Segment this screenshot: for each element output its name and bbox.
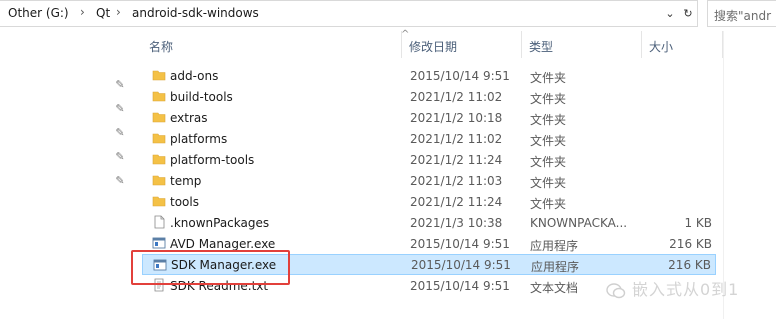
file-row[interactable]: add-ons 2015/10/14 9:51 文件夹 xyxy=(142,65,716,86)
file-type: 文件夹 xyxy=(530,197,567,211)
file-date: 2015/10/14 9:51 xyxy=(410,237,510,251)
address-bar[interactable]: Other (G:) › Qt › android-sdk-windows ⌄ … xyxy=(0,0,698,27)
file-name: AVD Manager.exe xyxy=(170,237,276,251)
file-date: 2021/1/2 11:03 xyxy=(410,174,503,188)
column-size-header[interactable]: 大小 xyxy=(649,38,673,55)
file-name: .knownPackages xyxy=(170,216,270,230)
file-date: 2021/1/2 11:02 xyxy=(410,90,503,104)
folder-icon xyxy=(152,133,166,144)
file-type: KNOWNPACKA... xyxy=(530,216,628,230)
file-row[interactable]: extras 2021/1/2 10:18 文件夹 xyxy=(142,107,716,128)
file-type: 应用程序 xyxy=(531,260,580,274)
refresh-icon[interactable]: ↻ xyxy=(680,5,696,22)
file-type: 文本文档 xyxy=(530,281,579,295)
folder-icon xyxy=(152,112,166,123)
file-size: 216 KB xyxy=(669,237,712,251)
column-header: ^ 名称 修改日期 类型 大小 xyxy=(133,29,723,58)
file-type: 应用程序 xyxy=(530,239,579,253)
file-date: 2021/1/2 10:18 xyxy=(410,111,503,125)
file-type: 文件夹 xyxy=(530,134,567,148)
file-date: 2021/1/2 11:24 xyxy=(410,153,503,167)
file-row[interactable]: tools 2021/1/2 11:24 文件夹 xyxy=(142,191,716,212)
pin-icon: ✎ xyxy=(115,126,125,139)
file-row[interactable]: platforms 2021/1/2 11:02 文件夹 xyxy=(142,128,716,149)
watermark: 嵌入式从0到1 xyxy=(606,276,739,300)
file-type: 文件夹 xyxy=(530,155,567,169)
column-divider[interactable] xyxy=(401,31,402,58)
file-size: 1 KB xyxy=(684,216,712,230)
file-row[interactable]: .knownPackages 2021/1/3 10:38 KNOWNPACKA… xyxy=(142,212,716,233)
file-type: 文件夹 xyxy=(530,71,567,85)
file-name: platforms xyxy=(170,132,228,146)
breadcrumb-drive[interactable]: Other (G:) xyxy=(8,6,69,20)
column-divider[interactable] xyxy=(521,31,522,58)
file-type: 文件夹 xyxy=(530,92,567,106)
breadcrumb-current-folder[interactable]: android-sdk-windows xyxy=(132,6,259,20)
search-box[interactable]: 搜索"andr xyxy=(707,0,776,27)
highlight-annotation-box xyxy=(131,250,290,285)
file-name: tools xyxy=(170,195,199,209)
folder-icon xyxy=(152,196,166,207)
breadcrumb-separator-icon[interactable]: › xyxy=(116,5,121,19)
column-divider[interactable] xyxy=(641,31,642,58)
folder-icon xyxy=(152,70,166,81)
file-date: 2021/1/2 11:24 xyxy=(410,195,503,209)
file-date: 2021/1/3 10:38 xyxy=(410,216,503,230)
column-name-header[interactable]: 名称 xyxy=(149,38,173,55)
file-row[interactable]: platform-tools 2021/1/2 11:24 文件夹 xyxy=(142,149,716,170)
pin-icon: ✎ xyxy=(115,174,125,187)
file-name: platform-tools xyxy=(170,153,255,167)
file-name: add-ons xyxy=(170,69,219,83)
breadcrumb-separator-icon[interactable]: › xyxy=(80,5,85,19)
search-placeholder: 搜索"andr xyxy=(714,9,772,23)
column-type-header[interactable]: 类型 xyxy=(529,38,553,55)
column-date-header[interactable]: 修改日期 xyxy=(409,38,457,55)
watermark-text: 嵌入式从0到1 xyxy=(632,280,740,299)
file-size: 216 KB xyxy=(668,258,711,272)
folder-icon xyxy=(152,175,166,186)
file-row[interactable]: temp 2021/1/2 11:03 文件夹 xyxy=(142,170,716,191)
breadcrumb-qt[interactable]: Qt xyxy=(96,6,110,20)
file-icon xyxy=(154,215,165,229)
file-row[interactable]: build-tools 2021/1/2 11:02 文件夹 xyxy=(142,86,716,107)
file-name: extras xyxy=(170,111,208,125)
file-date: 2015/10/14 9:51 xyxy=(410,69,510,83)
file-date: 2021/1/2 11:02 xyxy=(410,132,503,146)
file-type: 文件夹 xyxy=(530,113,567,127)
pin-icon: ✎ xyxy=(115,102,125,115)
file-type: 文件夹 xyxy=(530,176,567,190)
file-date: 2015/10/14 9:51 xyxy=(411,258,511,272)
pin-icon: ✎ xyxy=(115,150,125,163)
file-name: build-tools xyxy=(170,90,233,104)
file-name: temp xyxy=(170,174,202,188)
wechat-icon xyxy=(606,282,626,298)
folder-icon xyxy=(152,154,166,165)
folder-icon xyxy=(152,91,166,102)
exe-icon xyxy=(152,237,166,249)
file-date: 2015/10/14 9:51 xyxy=(410,279,510,293)
pin-icon: ✎ xyxy=(115,78,125,91)
history-dropdown-icon[interactable]: ⌄ xyxy=(662,5,678,22)
